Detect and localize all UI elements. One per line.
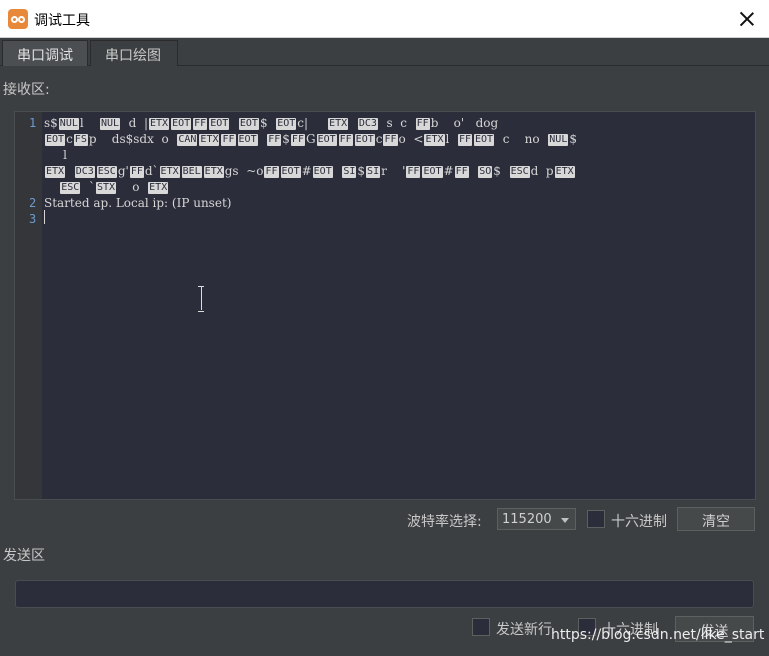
- app-logo-icon: [8, 9, 28, 29]
- window-title: 调试工具: [34, 13, 90, 29]
- tab-bar: 串口调试 串口绘图: [0, 38, 769, 66]
- baud-rate-label: 波特率选择:: [407, 514, 482, 530]
- clear-button[interactable]: 清空: [677, 507, 755, 531]
- line-number: 3: [29, 212, 37, 226]
- tab-serial-plot[interactable]: 串口绘图: [90, 40, 178, 66]
- receive-line: ESC ` STX o ETX: [60, 180, 169, 194]
- receive-line: l: [44, 148, 67, 162]
- chevron-down-icon: [561, 518, 569, 523]
- ibeam-cursor-icon: [198, 286, 204, 312]
- receive-area-label: 接收区:: [3, 82, 50, 98]
- line-number: 2: [29, 196, 37, 210]
- send-input[interactable]: [15, 580, 754, 608]
- baud-rate-value: 115200: [502, 512, 552, 527]
- receive-text-area[interactable]: 1 2 3 s$ NUL l NUL d | ETX EOT FF EOT EOT $ EOT…: [14, 111, 756, 500]
- receive-hex-label: 十六进制: [611, 514, 667, 530]
- baud-rate-select[interactable]: 115200: [497, 508, 576, 530]
- send-newline-checkbox[interactable]: [472, 618, 490, 636]
- tab-serial-debug[interactable]: 串口调试: [2, 40, 88, 66]
- close-icon[interactable]: [739, 11, 755, 27]
- send-newline-label: 发送新行: [496, 622, 552, 638]
- text-caret: [44, 210, 45, 224]
- title-bar: 调试工具: [0, 0, 769, 38]
- receive-line: s$ NUL l NUL d | ETX EOT FF EOT EOT $ EOT c| ETX…: [44, 116, 499, 130]
- receive-hex-checkbox[interactable]: [587, 510, 605, 528]
- receive-line: ETX DC3 ESC g' FF d` ETX BEL ETX gs ~o FF EOT # EOT …: [45, 164, 575, 178]
- send-area-label: 发送区: [3, 548, 45, 564]
- receive-line: Started ap. Local ip: (IP unset): [44, 196, 232, 210]
- line-number-gutter: [15, 112, 42, 499]
- watermark-text: https://blog.csdn.net/like_start: [551, 627, 765, 643]
- line-number: 1: [29, 116, 37, 130]
- receive-line: EOT c FS p ds$sdx o CAN ETX FF EOT FF $ FF G EOT FF…: [45, 132, 577, 146]
